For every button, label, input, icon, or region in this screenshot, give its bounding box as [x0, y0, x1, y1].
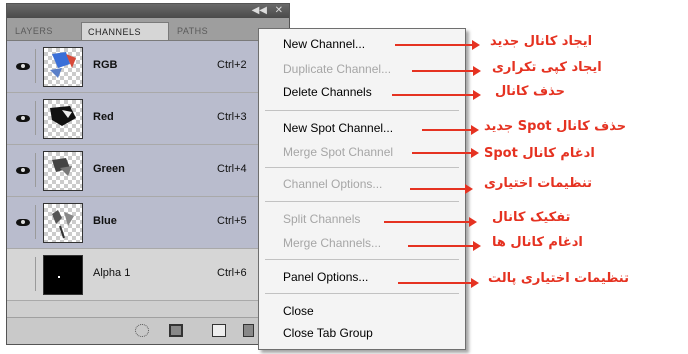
close-icon[interactable]: ✕: [275, 5, 283, 17]
annotation-label: حذف کانال: [495, 84, 565, 99]
channel-thumbnail: [43, 255, 83, 295]
tab-channels[interactable]: CHANNELS: [81, 22, 169, 40]
annotation-arrow: [412, 66, 481, 76]
new-channel-icon[interactable]: [212, 324, 226, 337]
menu-item-delete-channels[interactable]: Delete Channels: [283, 85, 372, 99]
annotation-arrow: [392, 90, 481, 100]
menu-item-new-channel[interactable]: New Channel...: [283, 37, 365, 51]
visibility-eye-icon[interactable]: [10, 257, 36, 291]
visibility-eye-icon[interactable]: [10, 101, 36, 135]
menu-item-channel-options[interactable]: Channel Options...: [283, 177, 382, 191]
panel-titlebar: ◀◀ ✕: [7, 4, 289, 18]
annotation-arrow: [412, 148, 479, 158]
annotation-arrow: [395, 40, 480, 50]
panel-bottom-bar: [7, 317, 289, 344]
channels-panel: ◀◀ ✕ LAYERS CHANNELS PATHS ▼≡ RGB Ctrl+2: [6, 3, 290, 345]
annotation-arrow: [410, 184, 473, 194]
annotation-label: ادغام کانال ها: [492, 235, 583, 250]
channel-name: Alpha 1: [93, 267, 131, 279]
channel-row-alpha[interactable]: Alpha 1 Ctrl+6: [7, 249, 289, 301]
menu-item-close[interactable]: Close: [283, 304, 314, 318]
tab-layers[interactable]: LAYERS: [9, 22, 81, 40]
visibility-eye-icon[interactable]: [10, 49, 36, 83]
visibility-eye-icon[interactable]: [10, 153, 36, 187]
channel-row-green[interactable]: Green Ctrl+4: [7, 145, 289, 197]
channel-list: RGB Ctrl+2 Red Ctrl+3 Green Ctrl+4 Blue …: [7, 41, 289, 301]
menu-item-panel-options[interactable]: Panel Options...: [283, 270, 368, 284]
annotation-label: ادغام کانال Spot: [484, 146, 595, 161]
channel-name: Blue: [93, 215, 117, 227]
channel-thumbnail: [43, 151, 83, 191]
panel-tabs: LAYERS CHANNELS PATHS ▼≡: [7, 18, 289, 41]
menu-separator: [265, 293, 459, 294]
menu-item-close-tab-group[interactable]: Close Tab Group: [283, 326, 373, 340]
menu-item-merge-channels[interactable]: Merge Channels...: [283, 236, 381, 250]
channel-thumbnail: [43, 99, 83, 139]
annotation-label: تنظیمات اختیاری: [484, 176, 593, 191]
channel-thumbnail: [43, 47, 83, 87]
channel-shortcut: Ctrl+4: [217, 163, 247, 175]
channel-name: Red: [93, 111, 114, 123]
menu-item-merge-spot-channel[interactable]: Merge Spot Channel: [283, 145, 393, 159]
channel-row-red[interactable]: Red Ctrl+3: [7, 93, 289, 145]
double-arrow-icon[interactable]: ◀◀: [252, 5, 267, 17]
menu-item-split-channels[interactable]: Split Channels: [283, 212, 360, 226]
channel-shortcut: Ctrl+5: [217, 215, 247, 227]
visibility-eye-icon[interactable]: [10, 205, 36, 239]
annotation-arrow: [398, 278, 479, 288]
menu-separator: [265, 167, 459, 168]
menu-item-duplicate-channel[interactable]: Duplicate Channel...: [283, 62, 391, 76]
channel-row-rgb[interactable]: RGB Ctrl+2: [7, 41, 289, 93]
annotation-arrow: [422, 125, 479, 135]
channel-shortcut: Ctrl+2: [217, 59, 247, 71]
annotation-label: ایجاد کانال جدید: [490, 34, 593, 49]
save-selection-icon[interactable]: [169, 324, 183, 337]
tab-paths[interactable]: PATHS: [171, 22, 229, 40]
trash-icon[interactable]: [243, 324, 254, 337]
channel-row-blue[interactable]: Blue Ctrl+5: [7, 197, 289, 249]
annotation-arrow: [384, 217, 477, 227]
menu-separator: [265, 201, 459, 202]
annotation-label: تفکیک کانال: [492, 210, 571, 225]
channel-shortcut: Ctrl+3: [217, 111, 247, 123]
menu-separator: [265, 259, 459, 260]
channel-thumbnail: [43, 203, 83, 243]
menu-separator: [265, 110, 459, 111]
channel-shortcut: Ctrl+6: [217, 267, 247, 279]
menu-item-new-spot-channel[interactable]: New Spot Channel...: [283, 121, 393, 135]
channel-name: RGB: [93, 59, 118, 71]
annotation-arrow: [408, 241, 481, 251]
channel-name: Green: [93, 163, 125, 175]
annotation-label: ایجاد کپی تکراری: [492, 60, 602, 75]
annotation-label: حذف کانال Spot جدید: [484, 119, 627, 134]
annotation-label: تنظیمات اختیاری پالت: [488, 271, 629, 286]
load-selection-icon[interactable]: [135, 324, 149, 337]
